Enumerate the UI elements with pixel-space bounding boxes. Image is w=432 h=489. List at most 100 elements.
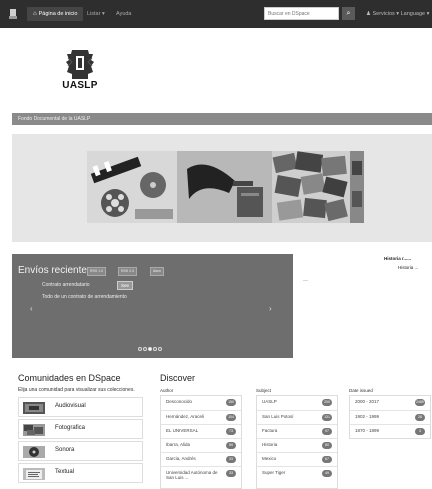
top-navbar: ⌂Página de inicio Listar ▾ Ayuda ⌕ ♟ Ser…: [0, 0, 432, 28]
item-title[interactable]: Contrato arrendatario: [42, 282, 90, 288]
facet-count-badge: 33: [226, 456, 236, 463]
facet-label: 2000 - 2017: [355, 399, 380, 404]
community-sonora[interactable]: Sonora: [18, 441, 143, 461]
film-reel-photo: [87, 151, 177, 223]
facet-row[interactable]: Super Tiger 49: [257, 466, 337, 479]
atom-button[interactable]: Atom: [150, 267, 165, 276]
communities-subtitle: Elija una comunidad para visualizar sus …: [18, 387, 135, 393]
carousel-dot-active[interactable]: [148, 347, 152, 351]
facet-count-badge: 200: [322, 399, 332, 406]
facet-row[interactable]: Garcia, Andrés 33: [161, 452, 241, 465]
carousel-dot[interactable]: [143, 347, 147, 351]
facet-row[interactable]: Factura 97: [257, 424, 337, 437]
facet-label: EL UNIVERSAL: [166, 428, 199, 433]
author-facet-heading: Author: [160, 388, 174, 393]
facet-count-badge: 33: [226, 470, 236, 477]
carousel-prev-icon[interactable]: ‹: [30, 304, 33, 313]
facet-label: 1902 - 1999: [355, 414, 380, 419]
facet-row[interactable]: Ibarra, Alida 59: [161, 438, 241, 451]
facet-count-badge: 131: [322, 414, 332, 421]
facet-count-badge: 97: [322, 428, 332, 435]
audiovisual-thumbnail: [23, 402, 45, 414]
subject-facet-heading: Subject: [256, 388, 272, 393]
facet-label: Hernández, Araceli: [166, 414, 205, 419]
facet-label: Super Tiger: [262, 470, 286, 475]
communities-title: Comunidades en DSpace: [18, 373, 121, 383]
date-facet-heading: Date issued: [349, 388, 373, 393]
community-label: Audiovisual: [55, 403, 86, 409]
listar-menu[interactable]: Listar ▾: [87, 7, 105, 21]
recent-submissions-carousel: Envíos recientes RSS 1.0 RSS 2.0 Atom Co…: [12, 254, 293, 358]
facet-count-badge: 59: [226, 442, 236, 449]
facet-row[interactable]: Hernández, Araceli 104: [161, 410, 241, 423]
textual-thumbnail: [23, 468, 45, 480]
facet-label: Factura: [262, 428, 278, 433]
facet-row[interactable]: Historia 80: [257, 438, 337, 451]
date-facet: 2000 - 2017 2489 1902 - 1999 28 1870 - 189…: [349, 395, 431, 439]
facet-count-badge: 67: [322, 456, 332, 463]
carousel-next-icon[interactable]: ›: [269, 304, 272, 313]
search-icon: ⌕: [346, 10, 351, 17]
language-menu[interactable]: Language ▾: [401, 11, 430, 17]
facet-row[interactable]: 1870 - 1899 3: [350, 424, 430, 437]
home-tab[interactable]: ⌂ Página de inicio: [27, 7, 84, 21]
sonora-thumbnail: [23, 446, 45, 458]
carousel-dot[interactable]: [138, 347, 142, 351]
search-input[interactable]: [264, 7, 339, 20]
news-divider: —: [303, 278, 308, 284]
facet-label: Mexico: [262, 456, 277, 461]
user-menu-label: Servicios ▾: [372, 11, 400, 17]
see-button[interactable]: See: [117, 281, 134, 290]
breadcrumb[interactable]: Fondo Documental de la UASLP: [12, 113, 432, 125]
fotografica-thumbnail: [23, 424, 45, 436]
facet-count-badge: 3: [415, 428, 425, 435]
home-icon: ⌂: [33, 11, 37, 17]
ayuda-link[interactable]: Ayuda: [116, 7, 132, 21]
news-subtitle: Historia ...: [398, 265, 419, 270]
subject-facet: UASLP 200 San Luis Potosí 131 Factura 97 Hi…: [256, 395, 338, 489]
search-button[interactable]: ⌕: [342, 7, 355, 20]
community-fotografica[interactable]: Fotografica: [18, 419, 143, 439]
facet-row[interactable]: UASLP 200: [257, 396, 337, 409]
facet-count-badge: 150: [226, 399, 236, 406]
facet-label: San Luis Potosí: [262, 414, 294, 419]
uaslp-mini-logo-icon[interactable]: [8, 8, 18, 20]
facet-label: Universidad Autónoma de San Luis ...: [166, 470, 218, 480]
gramophone-photo: [177, 151, 272, 223]
carousel-dot[interactable]: [153, 347, 157, 351]
facet-label: Garcia, Andrés: [166, 456, 196, 461]
facet-row[interactable]: Mexico 67: [257, 452, 337, 465]
author-facet: Desconocido 150 Hernández, Araceli 104 EL …: [160, 395, 242, 489]
photo-partial: [350, 151, 364, 223]
item-description: Todo de un contrato de arrendamiento: [42, 294, 127, 300]
community-audiovisual[interactable]: Audiovisual: [18, 397, 143, 417]
facet-row[interactable]: Universidad Autónoma de San Luis ... 33: [161, 466, 241, 484]
facet-row[interactable]: Desconocido 150: [161, 396, 241, 409]
facet-row[interactable]: 1902 - 1999 28: [350, 410, 430, 423]
facet-label: Historia: [262, 442, 278, 447]
rss1-button[interactable]: RSS 1.0: [87, 267, 107, 276]
rss2-button[interactable]: RSS 2.0: [118, 267, 138, 276]
news-title: Historia r......: [384, 256, 412, 261]
uaslp-shield-icon: [66, 50, 94, 79]
community-label: Sonora: [55, 447, 75, 453]
facet-count-badge: 28: [415, 414, 425, 421]
facet-count-badge: 80: [322, 442, 332, 449]
user-menu[interactable]: ♟ Servicios ▾ Language ▾: [366, 7, 429, 21]
logo-text: UASLP: [62, 80, 98, 91]
facet-row[interactable]: EL UNIVERSAL 73: [161, 424, 241, 437]
carousel-dot[interactable]: [158, 347, 162, 351]
user-icon: ♟: [366, 11, 371, 17]
community-textual[interactable]: Textual: [18, 463, 143, 483]
photo-collage: [272, 151, 350, 223]
home-label: Página de inicio: [38, 11, 78, 17]
facet-label: Ibarra, Alida: [166, 442, 191, 447]
uaslp-logo[interactable]: UASLP: [58, 48, 102, 96]
facet-row[interactable]: San Luis Potosí 131: [257, 410, 337, 423]
community-label: Fotografica: [55, 425, 86, 431]
facet-label: Desconocido: [166, 399, 193, 404]
facet-label: 1870 - 1899: [355, 428, 380, 433]
facet-count-badge: 2489: [415, 399, 425, 406]
facet-count-badge: 73: [226, 428, 236, 435]
facet-row[interactable]: 2000 - 2017 2489: [350, 396, 430, 409]
